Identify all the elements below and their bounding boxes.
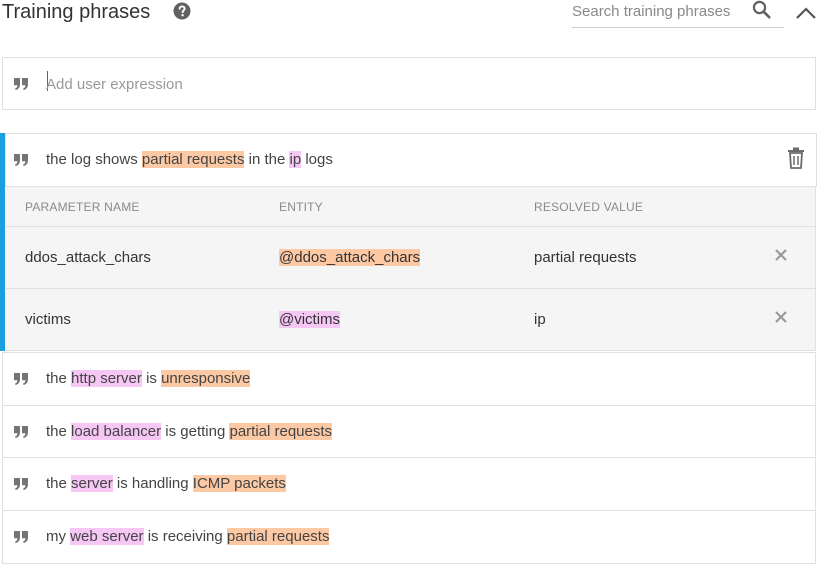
help-icon[interactable] [173,2,191,20]
parameter-name[interactable]: ddos_attack_chars [25,249,151,266]
parameter-table-header: PARAMETER NAME ENTITY RESOLVED VALUE [6,187,815,227]
search-icon[interactable] [752,0,772,20]
quote-icon [14,78,28,90]
phrase-row[interactable]: the server is handling ICMP packets [2,457,816,511]
annotated-entity[interactable]: partial requests [229,423,333,440]
annotated-entity[interactable]: ip [289,151,302,168]
parameter-table: PARAMETER NAME ENTITY RESOLVED VALUE ddo… [6,187,816,351]
parameter-name[interactable]: victims [25,311,71,328]
phrase-segment: logs [301,151,333,168]
entity-name[interactable]: @ddos_attack_chars [279,249,421,266]
phrase-row[interactable]: my web server is receiving partial reque… [2,510,816,564]
phrase-segment: the log shows [46,151,142,168]
chevron-up-icon[interactable] [794,2,818,22]
page-title: Training phrases [2,1,151,23]
annotated-entity[interactable]: partial requests [141,151,245,168]
entity-name[interactable]: @victims [279,311,341,328]
quote-icon [14,154,28,166]
add-expression-row [2,57,816,110]
add-expression-input[interactable] [46,74,746,94]
close-icon[interactable] [774,248,788,262]
annotated-entity[interactable]: http server [71,370,142,387]
search-field [572,0,784,28]
trash-icon[interactable] [786,147,806,169]
column-header-entity: ENTITY [279,200,323,214]
resolved-value[interactable]: partial requests [534,249,637,266]
phrase-segment: the [46,370,72,387]
annotated-entity[interactable]: server [71,475,113,492]
phrase-segment: the [46,423,72,440]
phrase-row[interactable]: the http server is unresponsive [2,352,816,406]
table-row: victims @victims ip [6,289,815,351]
annotated-entity[interactable]: ICMP packets [192,475,286,492]
phrase-segment: is getting [161,423,230,440]
column-header-resolved-value: RESOLVED VALUE [534,200,644,214]
quote-icon [14,426,28,438]
phrase-segment: is handling [112,475,193,492]
resolved-value[interactable]: ip [534,311,546,328]
phrase-segment: in the [244,151,290,168]
quote-icon [14,373,28,385]
phrase-segment: is receiving [143,528,227,545]
phrase-segment: the [46,475,72,492]
quote-icon [14,531,28,543]
phrase-row[interactable]: the log shows partial requests in the ip… [5,133,817,187]
annotated-entity[interactable]: partial requests [226,528,330,545]
column-header-parameter-name: PARAMETER NAME [25,200,140,214]
phrase-text[interactable]: the server is handling ICMP packets [46,475,286,492]
phrase-segment: my [46,528,71,545]
phrase-text[interactable]: my web server is receiving partial reque… [46,528,330,545]
phrase-row[interactable]: the load balancer is getting partial req… [2,405,816,458]
quote-icon [14,478,28,490]
phrase-text[interactable]: the log shows partial requests in the ip… [46,151,333,168]
search-input[interactable] [572,0,742,22]
close-icon[interactable] [774,310,788,324]
annotated-entity[interactable]: unresponsive [161,370,251,387]
annotated-entity[interactable]: web server [70,528,144,545]
header: Training phrases [0,0,820,30]
phrase-text[interactable]: the http server is unresponsive [46,370,251,387]
annotated-entity[interactable]: load balancer [71,423,162,440]
table-row: ddos_attack_chars @ddos_attack_chars par… [6,227,815,289]
phrase-segment: is [141,370,162,387]
phrase-text[interactable]: the load balancer is getting partial req… [46,423,333,440]
